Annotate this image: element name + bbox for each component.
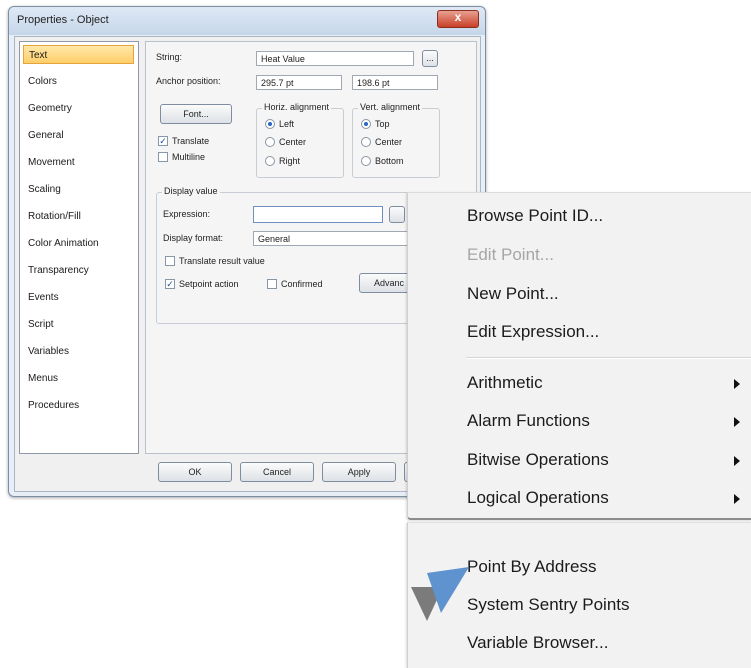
menu-item-new-point[interactable]: New Point... bbox=[467, 284, 559, 304]
nav-item-rotation-fill[interactable]: Rotation/Fill bbox=[23, 207, 134, 226]
menu-item-edit-expression[interactable]: Edit Expression... bbox=[467, 322, 599, 342]
anchor-position-label: Anchor position: bbox=[156, 76, 221, 86]
close-icon: x bbox=[454, 10, 462, 24]
vert-alignment-group: Vert. alignment Top Center Bottom bbox=[352, 102, 440, 178]
anchor-x-input[interactable]: 295.7 pt bbox=[256, 75, 342, 90]
vert-center-label: Center bbox=[375, 137, 403, 147]
menu-item-variable-browser[interactable]: Variable Browser... bbox=[467, 633, 608, 653]
horiz-right-radio[interactable] bbox=[265, 156, 275, 166]
vert-top-radio[interactable] bbox=[361, 119, 371, 129]
translate-label: Translate bbox=[172, 136, 210, 146]
multiline-label: Multiline bbox=[172, 152, 206, 162]
menu-item-edit-point[interactable]: Edit Point... bbox=[467, 245, 554, 265]
menu-separator bbox=[466, 357, 751, 359]
apply-button[interactable]: Apply bbox=[322, 462, 396, 482]
nav-item-variables[interactable]: Variables bbox=[23, 342, 134, 361]
display-value-title: Display value bbox=[162, 186, 220, 196]
display-format-value: General bbox=[258, 234, 291, 244]
nav-item-events[interactable]: Events bbox=[23, 288, 134, 307]
translate-checkbox[interactable]: ✓ bbox=[158, 136, 168, 146]
display-format-select[interactable]: General bbox=[253, 231, 433, 246]
translate-result-checkbox[interactable] bbox=[165, 256, 175, 266]
menu-item-bitwise-operations[interactable]: Bitwise Operations bbox=[467, 450, 609, 470]
expression-context-menu: Browse Point ID... Edit Point... New Poi… bbox=[407, 192, 751, 520]
nav-item-color-animation[interactable]: Color Animation bbox=[23, 234, 134, 253]
nav-item-transparency[interactable]: Transparency bbox=[23, 261, 134, 280]
nav-item-colors[interactable]: Colors bbox=[23, 72, 134, 91]
menu-item-logical-operations[interactable]: Logical Operations bbox=[467, 488, 609, 508]
menu-item-alarm-functions[interactable]: Alarm Functions bbox=[467, 411, 590, 431]
horiz-left-label: Left bbox=[279, 119, 295, 129]
string-input[interactable]: Heat Value bbox=[256, 51, 414, 66]
submenu-arrow-icon bbox=[734, 379, 740, 389]
vert-bottom-label: Bottom bbox=[375, 156, 404, 166]
vert-center-radio[interactable] bbox=[361, 137, 371, 147]
nav-item-general[interactable]: General bbox=[23, 126, 134, 145]
horiz-center-label: Center bbox=[279, 137, 307, 147]
submenu-arrow-icon bbox=[734, 456, 740, 466]
nav-item-geometry[interactable]: Geometry bbox=[23, 99, 134, 118]
vert-top-label: Top bbox=[375, 119, 390, 129]
expression-input[interactable] bbox=[253, 206, 383, 223]
expression-browse-button[interactable] bbox=[389, 206, 405, 223]
expression-label: Expression: bbox=[163, 209, 211, 219]
nav-item-script[interactable]: Script bbox=[23, 315, 134, 334]
display-value-group: Display value Expression: Display format… bbox=[156, 186, 442, 324]
horiz-center-radio[interactable] bbox=[265, 137, 275, 147]
nav-item-menus[interactable]: Menus bbox=[23, 369, 134, 388]
nav-item-scaling[interactable]: Scaling bbox=[23, 180, 134, 199]
confirmed-checkbox[interactable] bbox=[267, 279, 277, 289]
string-browse-button[interactable]: ... bbox=[422, 50, 438, 67]
close-button[interactable]: x bbox=[437, 10, 479, 28]
font-button[interactable]: Font... bbox=[160, 104, 232, 124]
horiz-right-label: Right bbox=[279, 156, 301, 166]
menu-item-system-sentry-points[interactable]: System Sentry Points bbox=[467, 595, 630, 615]
setpoint-action-checkbox[interactable]: ✓ bbox=[165, 279, 175, 289]
horiz-alignment-group: Horiz. alignment Left Center Right bbox=[256, 102, 344, 178]
vert-bottom-radio[interactable] bbox=[361, 156, 371, 166]
setpoint-action-label: Setpoint action bbox=[179, 279, 239, 289]
horiz-left-radio[interactable] bbox=[265, 119, 275, 129]
multiline-checkbox[interactable] bbox=[158, 152, 168, 162]
menu-item-point-by-address[interactable]: Point By Address bbox=[467, 557, 596, 577]
category-list: Text Colors Geometry General Movement Sc… bbox=[19, 41, 139, 454]
nav-item-movement[interactable]: Movement bbox=[23, 153, 134, 172]
ok-button[interactable]: OK bbox=[158, 462, 232, 482]
pointer-arrow-icon bbox=[411, 567, 469, 621]
dialog-titlebar[interactable]: Properties - Object x bbox=[9, 7, 485, 35]
submenu-arrow-icon bbox=[734, 494, 740, 504]
vert-alignment-title: Vert. alignment bbox=[358, 102, 423, 112]
menu-item-arithmetic[interactable]: Arithmetic bbox=[467, 373, 543, 393]
translate-result-label: Translate result value bbox=[179, 256, 265, 266]
submenu-arrow-icon bbox=[734, 417, 740, 427]
nav-item-procedures[interactable]: Procedures bbox=[23, 396, 134, 415]
confirmed-label: Confirmed bbox=[281, 279, 323, 289]
cancel-button[interactable]: Cancel bbox=[240, 462, 314, 482]
anchor-y-input[interactable]: 198.6 pt bbox=[352, 75, 438, 90]
string-label: String: bbox=[156, 52, 183, 62]
display-format-label: Display format: bbox=[163, 233, 224, 243]
nav-item-text[interactable]: Text bbox=[23, 45, 134, 64]
dialog-title: Properties - Object bbox=[17, 14, 109, 26]
horiz-alignment-title: Horiz. alignment bbox=[262, 102, 332, 112]
menu-item-browse-point-id[interactable]: Browse Point ID... bbox=[467, 206, 603, 226]
